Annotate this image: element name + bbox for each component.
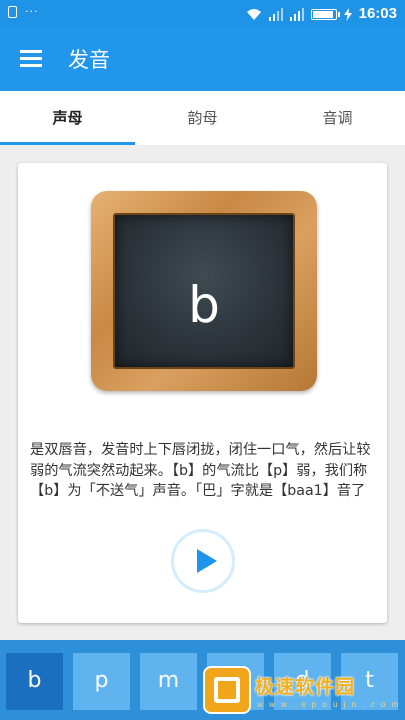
status-left: ··· — [8, 6, 39, 18]
letter-key-p[interactable]: p — [73, 653, 130, 710]
play-icon — [197, 549, 217, 573]
watermark: 极速软件园 w w w . s p o u j n . c o m — [205, 664, 405, 720]
letter-key-m[interactable]: m — [140, 653, 197, 710]
status-right: 16:03 — [246, 5, 397, 23]
tab-bar: 声母 韵母 音调 — [0, 91, 405, 145]
page-title: 发音 — [68, 48, 110, 72]
current-letter: b — [188, 276, 220, 334]
signal-icon — [268, 7, 283, 21]
pronunciation-description: 是双唇音，发音时上下唇闭拢，闭住一口气，然后让较弱的气流突然动起来。【b】的气流… — [30, 442, 371, 499]
tab-finals[interactable]: 韵母 — [135, 91, 270, 145]
battery-icon — [310, 8, 340, 20]
pronunciation-card: b 是双唇音，发音时上下唇闭拢，闭住一口气，然后让较弱的气流突然动起来。【b】的… — [18, 163, 387, 623]
more-dots-icon: ··· — [25, 5, 39, 18]
chalkboard-frame: b — [91, 191, 317, 391]
watermark-logo-icon — [205, 668, 249, 712]
tab-initials[interactable]: 声母 — [0, 91, 135, 145]
app-bar: 发音 — [0, 28, 405, 91]
chalkboard: b — [113, 213, 295, 369]
charging-icon — [343, 7, 352, 21]
status-bar: ··· 16:03 — [0, 0, 405, 28]
watermark-text: 极速软件园 — [255, 676, 356, 698]
tab-tones[interactable]: 音调 — [270, 91, 405, 145]
wifi-icon — [246, 8, 261, 20]
sim-lock-icon — [8, 6, 17, 18]
watermark-url: w w w . s p o u j n . c o m — [257, 700, 401, 709]
letter-key-b[interactable]: b — [6, 653, 63, 710]
status-time: 16:03 — [358, 5, 397, 22]
signal-icon — [289, 7, 304, 21]
play-button[interactable] — [171, 529, 235, 593]
hamburger-menu-icon[interactable] — [20, 50, 42, 68]
